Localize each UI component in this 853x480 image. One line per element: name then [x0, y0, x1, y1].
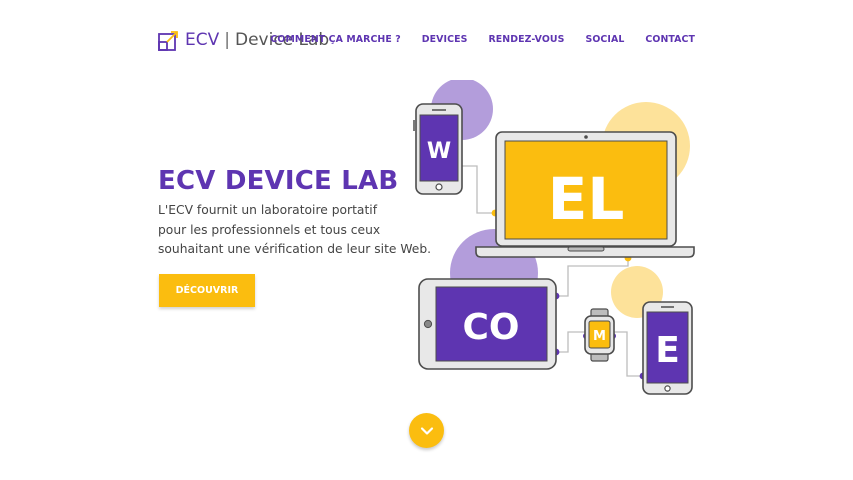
hero-description: L'ECV fournit un laboratoire portatif po… [158, 201, 432, 260]
nav-link-social[interactable]: SOCIAL [585, 34, 624, 45]
site-header: ECV | Device Lab COMMENT ÇA MARCHE ? DEV… [0, 0, 853, 80]
logo-separator: | [224, 30, 230, 50]
chevron-down-icon [420, 426, 433, 435]
laptop-letters: EL [548, 165, 625, 233]
tablet-letters: CO [462, 307, 519, 348]
laptop-device: EL [475, 131, 695, 258]
logo-ecv-text: ECV [185, 30, 220, 50]
watch-letter: M [593, 329, 606, 344]
logo-arrow-square-icon [158, 30, 178, 51]
nav-link-contact[interactable]: CONTACT [645, 34, 695, 45]
tablet-device: CO [418, 278, 557, 370]
phone-letter: W [427, 139, 451, 164]
discover-button[interactable]: DÉCOUVRIR [159, 274, 255, 307]
hero-description-line: L'ECV fournit un laboratoire portatif [158, 203, 378, 217]
hero-description-line: souhaitant une vérification de leur site… [158, 242, 432, 256]
phone-device-2: E [642, 301, 693, 395]
nav-link-rendez-vous[interactable]: RENDEZ-VOUS [488, 34, 564, 45]
hero-title: ECV DEVICE LAB [158, 166, 399, 196]
main-nav: COMMENT ÇA MARCHE ? DEVICES RENDEZ-VOUS … [270, 34, 695, 45]
devices-welcome-illustration: W EL CO M E [413, 80, 695, 395]
scroll-down-button[interactable] [409, 413, 444, 448]
nav-link-devices[interactable]: DEVICES [422, 34, 468, 45]
hero-description-line: pour les professionnels et tous ceux [158, 222, 381, 237]
phone-device: W [413, 103, 463, 195]
nav-link-how-it-works[interactable]: COMMENT ÇA MARCHE ? [270, 34, 400, 45]
smartwatch-device: M [584, 308, 615, 362]
phone2-letter: E [655, 330, 680, 371]
